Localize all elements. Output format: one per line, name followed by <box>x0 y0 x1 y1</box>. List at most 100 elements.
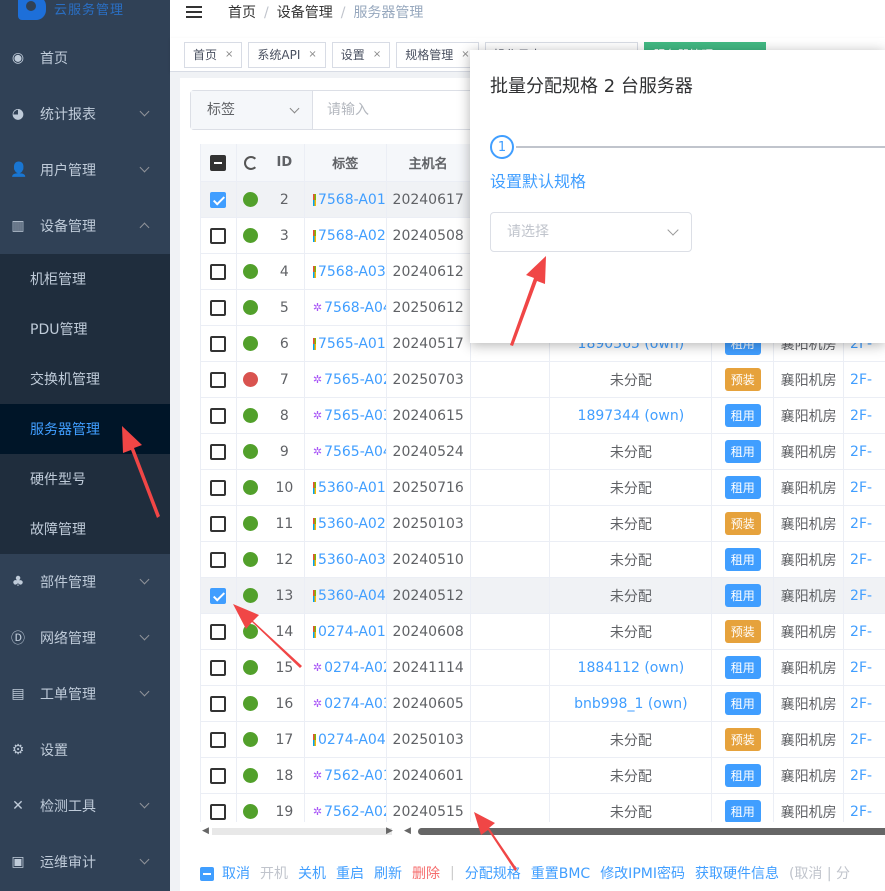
table-row[interactable]: 7 ✲ 7565-A02 20250703 未分配 预装 襄阳机房 2F- <box>201 362 885 398</box>
sidebar-sub-switch[interactable]: 交换机管理 <box>0 354 170 404</box>
cell-rack-link[interactable]: 2F- <box>850 372 872 388</box>
cell-rack-link[interactable]: 2F- <box>850 624 872 640</box>
header-tag[interactable]: 标签 <box>305 144 387 181</box>
sidebar-sub-hardware[interactable]: 硬件型号 <box>0 454 170 504</box>
table-row[interactable]: 14 0274-A01 20240608 未分配 预装 襄阳机房 2F- <box>201 614 885 650</box>
table-row[interactable]: 11 5360-A02 20250103 未分配 预装 襄阳机房 2F- <box>201 506 885 542</box>
row-checkbox[interactable] <box>210 695 227 712</box>
row-checkbox[interactable] <box>210 479 227 496</box>
row-checkbox[interactable] <box>210 335 227 352</box>
cell-rack-link[interactable]: 2F- <box>850 660 872 676</box>
sidebar-item-home[interactable]: ◉ 首页 <box>0 30 170 86</box>
edit-ipmi-password-button[interactable]: 修改IPMI密码 <box>600 863 685 883</box>
cell-rack-link[interactable]: 2F- <box>850 516 872 532</box>
cell-rack-link[interactable]: 2F- <box>850 480 872 496</box>
scroll-left-icon[interactable]: ◀ <box>202 826 209 836</box>
row-checkbox[interactable] <box>210 191 227 208</box>
cell-tag-link[interactable]: 0274-A01 <box>318 624 386 640</box>
horizontal-scrollbar[interactable]: ◀ ▶ ◀ <box>200 826 885 836</box>
table-row[interactable]: 16 ✲ 0274-A03 20240605 bnb998_1 (own) 租用 襄阳机房 2… <box>201 686 885 722</box>
cell-rack-link[interactable]: 2F- <box>850 552 872 568</box>
select-all-checkbox[interactable] <box>210 154 227 171</box>
breadcrumb-section[interactable]: 设备管理 <box>277 5 333 21</box>
cell-tag-link[interactable]: 5360-A01 <box>318 480 386 496</box>
cell-tag-link[interactable]: 7562-A01 <box>324 768 386 784</box>
close-icon[interactable]: × <box>461 49 469 60</box>
close-icon[interactable]: × <box>373 49 381 60</box>
sidebar-sub-pdu[interactable]: PDU管理 <box>0 304 170 354</box>
cell-rack-link[interactable]: 2F- <box>850 804 872 820</box>
spec-select[interactable]: 请选择 <box>490 212 692 252</box>
table-row[interactable]: 19 ✲ 7562-A02 20240515 未分配 租用 襄阳机房 2F- <box>201 794 885 822</box>
cell-user[interactable]: 1897344 (own) <box>578 408 685 424</box>
table-row[interactable]: 18 ✲ 7562-A01 20240601 未分配 租用 襄阳机房 2F- <box>201 758 885 794</box>
cell-tag-link[interactable]: 7568-A01 <box>318 192 386 208</box>
row-checkbox[interactable] <box>210 227 227 244</box>
cell-rack-link[interactable]: 2F- <box>850 588 872 604</box>
sidebar-item-reports[interactable]: ◕ 统计报表 <box>0 86 170 142</box>
cell-tag-link[interactable]: 5360-A04 <box>318 588 386 604</box>
cell-tag-link[interactable]: 0274-A03 <box>324 696 386 712</box>
header-id[interactable]: ID <box>265 144 305 181</box>
assign-spec-button[interactable]: 分配规格 <box>465 863 521 883</box>
delete-button[interactable]: 删除 <box>412 863 440 883</box>
row-checkbox[interactable] <box>210 263 227 280</box>
cell-tag-link[interactable]: 7568-A02 <box>318 228 386 244</box>
row-checkbox[interactable] <box>210 803 227 820</box>
search-input[interactable]: 请输入 <box>313 91 479 129</box>
sidebar-item-settings[interactable]: ⚙ 设置 <box>0 722 170 778</box>
tab-0[interactable]: 首页 × <box>184 41 243 68</box>
sidebar-item-devices[interactable]: ▥ 设备管理 <box>0 198 170 254</box>
table-row[interactable]: 17 0274-A04 20250103 未分配 预装 襄阳机房 2F- <box>201 722 885 758</box>
tab-3[interactable]: 规格管理 × <box>396 41 479 68</box>
cell-rack-link[interactable]: 2F- <box>850 444 872 460</box>
row-checkbox[interactable] <box>210 515 227 532</box>
power-off-button[interactable]: 关机 <box>298 863 326 883</box>
cell-tag-link[interactable]: 7565-A04 <box>324 444 386 460</box>
row-checkbox[interactable] <box>210 659 227 676</box>
cell-tag-link[interactable]: 7568-A03 <box>318 264 386 280</box>
sidebar-item-users[interactable]: 👤 用户管理 <box>0 142 170 198</box>
table-row[interactable]: 9 ✲ 7565-A04 20240524 未分配 租用 襄阳机房 2F- <box>201 434 885 470</box>
sidebar-item-tools[interactable]: ✕ 检测工具 <box>0 778 170 834</box>
cell-tag-link[interactable]: 7565-A01 <box>318 336 386 352</box>
row-checkbox[interactable] <box>210 407 227 424</box>
search-field-select[interactable]: 标签 <box>191 91 313 129</box>
sidebar-sub-fault[interactable]: 故障管理 <box>0 504 170 554</box>
cell-tag-link[interactable]: 0274-A02 <box>324 660 386 676</box>
sidebar-item-parts[interactable]: ♣ 部件管理 <box>0 554 170 610</box>
sidebar-item-tickets[interactable]: ▤ 工单管理 <box>0 666 170 722</box>
tab-2[interactable]: 设置 × <box>331 41 391 68</box>
cell-rack-link[interactable]: 2F- <box>850 408 872 424</box>
cell-rack-link[interactable]: 2F- <box>850 732 872 748</box>
header-hostname[interactable]: 主机名 <box>387 144 471 181</box>
close-icon[interactable]: × <box>225 49 233 60</box>
table-row[interactable]: 15 ✲ 0274-A02 20241114 1884112 (own) 租用 襄阳机房 2F… <box>201 650 885 686</box>
cell-tag-link[interactable]: 7568-A04 <box>324 300 386 316</box>
row-checkbox[interactable] <box>210 731 227 748</box>
refresh-button[interactable]: 刷新 <box>374 863 402 883</box>
cell-tag-link[interactable]: 5360-A02 <box>318 516 386 532</box>
row-checkbox[interactable] <box>210 299 227 316</box>
sidebar-item-network[interactable]: Ⓓ 网络管理 <box>0 610 170 666</box>
table-row[interactable]: 10 5360-A01 20250716 未分配 租用 襄阳机房 2F- <box>201 470 885 506</box>
row-checkbox[interactable] <box>210 767 227 784</box>
row-checkbox[interactable] <box>210 371 227 388</box>
cell-rack-link[interactable]: 2F- <box>850 768 872 784</box>
cell-user[interactable]: bnb998_1 (own) <box>574 696 688 712</box>
power-on-button[interactable]: 开机 <box>260 863 288 883</box>
sidebar-sub-server[interactable]: 服务器管理 <box>0 404 170 454</box>
cell-user[interactable]: 1884112 (own) <box>578 660 685 676</box>
cell-tag-link[interactable]: 5360-A03 <box>318 552 386 568</box>
tab-1[interactable]: 系统API × <box>248 41 326 68</box>
cancel-selection-button[interactable]: 取消 <box>200 863 250 883</box>
table-row[interactable]: 12 5360-A03 20240510 未分配 租用 襄阳机房 2F- <box>201 542 885 578</box>
row-checkbox[interactable] <box>210 587 227 604</box>
row-checkbox[interactable] <box>210 623 227 640</box>
cell-tag-link[interactable]: 0274-A04 <box>318 732 386 748</box>
sidebar-sub-cabinet[interactable]: 机柜管理 <box>0 254 170 304</box>
cell-tag-link[interactable]: 7562-A02 <box>324 804 386 820</box>
scroll-left-icon[interactable]: ◀ <box>404 826 411 836</box>
cell-tag-link[interactable]: 7565-A02 <box>324 372 386 388</box>
close-icon[interactable]: × <box>308 49 316 60</box>
